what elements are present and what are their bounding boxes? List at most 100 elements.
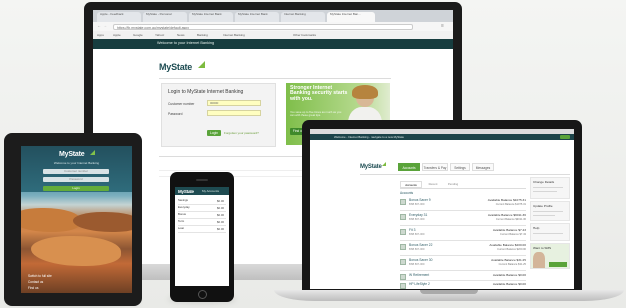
ipad-tagline: Welcome to your Internet Banking — [53, 161, 100, 165]
account-row[interactable]: Bonus Saver 22 BSB 807-009 Available Balan… — [400, 241, 526, 256]
side-card-update-profile[interactable]: Update Profile — [530, 201, 570, 221]
customer-number-label: Customer number — [168, 102, 195, 106]
customer-number-input[interactable]: 00000 — [207, 100, 261, 106]
side-card-title: Update Profile — [533, 204, 553, 208]
ipad-footer-link[interactable]: Switch to full site — [28, 274, 52, 278]
divider — [360, 174, 570, 175]
bookmark-item[interactable]: Apple — [113, 33, 121, 37]
account-value: $0.00 — [217, 199, 224, 203]
account-row[interactable]: Bonus Saver 9 BSB 807-009 Available Balanc… — [400, 196, 526, 211]
account-name: Savings — [178, 198, 188, 202]
bookmark-item[interactable]: Banking — [197, 33, 208, 37]
subtab-accounts[interactable]: Accounts — [400, 181, 422, 188]
side-card-change-details[interactable]: Change Details — [530, 177, 570, 199]
nav-tab-messages[interactable]: Messages — [472, 163, 494, 171]
forward-icon[interactable]: → — [103, 23, 107, 28]
macbook-device: Welcome - Internet Banking - navigate to… — [274, 120, 624, 306]
side-card-sms-promo[interactable]: Want to SMS — [530, 243, 570, 269]
macbook-mystate-logo[interactable]: MyState — [360, 164, 382, 170]
account-row[interactable]: Everyday 31 BSB 807-009 Available Balance … — [400, 211, 526, 226]
iphone-mystate-logo: MyState — [178, 188, 194, 194]
iphone-header-title: My Accounts — [202, 189, 220, 193]
promo-headline: Stronger Internet Banking security start… — [290, 85, 348, 102]
mystate-logo[interactable]: MyState — [159, 62, 192, 72]
subtab-recent[interactable]: Recent — [424, 181, 442, 188]
iphone-account-row[interactable]: Term $0.00 — [178, 219, 226, 226]
subtab-pending[interactable]: Pending — [444, 181, 462, 188]
bookmark-item[interactable]: Google — [133, 33, 143, 37]
account-icon — [400, 199, 406, 205]
account-bsb: BSB 807-009 — [409, 233, 425, 236]
bookmark-item[interactable]: Other bookmarks — [293, 33, 316, 37]
nav-tab-settings[interactable]: Settings — [450, 163, 470, 171]
ipad-login-button[interactable]: Login — [43, 186, 109, 191]
available-balance: Available Balance $31.25 — [491, 258, 526, 262]
iphone-account-row[interactable]: Bonus $0.00 — [178, 212, 226, 219]
account-icon — [400, 283, 406, 289]
login-title: Login to MyState Internet Banking — [168, 89, 244, 95]
menu-icon[interactable]: ≡ — [441, 23, 444, 29]
card-text-line — [533, 187, 563, 188]
account-row[interactable]: HP LifeStyle 2 Available Balance $0.00 — [400, 280, 526, 289]
bookmark-item[interactable]: Internet Banking — [223, 33, 245, 37]
account-value: $0.00 — [217, 220, 224, 224]
account-name: Bonus Saver 30 — [409, 258, 433, 262]
ipad-footer-link[interactable]: Find us — [28, 286, 38, 290]
url-input[interactable]: https://ib.mystate.com.au/mystate/defaul… — [113, 23, 413, 30]
ipad-device: MyState Welcome to your Internet Banking… — [4, 133, 142, 306]
iphone-home-button[interactable] — [198, 290, 207, 299]
account-value: $0.00 — [217, 213, 224, 217]
bookmark-item[interactable]: Apps — [97, 33, 104, 37]
ipad-password-input[interactable]: Password — [43, 177, 109, 182]
available-balance: Available Balance $0.00 — [492, 282, 526, 286]
browser-tab[interactable]: MyState - Personal — [143, 12, 187, 22]
forgot-password-link[interactable]: Forgotten your password? — [224, 131, 259, 135]
browser-tab[interactable]: MyState Internet Bank — [189, 12, 233, 22]
browser-tab[interactable]: Internet Banking — [281, 12, 325, 22]
account-name: Bonus Saver 9 — [409, 198, 431, 202]
password-input[interactable] — [207, 110, 261, 116]
account-name: Term — [178, 219, 185, 223]
account-value: $0.00 — [217, 227, 224, 231]
card-text-line — [533, 211, 563, 212]
account-row[interactable]: Fit 3 BSB 807-009 Available Balance $7.43 C… — [400, 226, 526, 241]
browser-tab[interactable]: MyState Internet Bank — [235, 12, 279, 22]
notice-text: Welcome - Internet Banking - navigate to… — [334, 135, 404, 139]
ipad-footer-link[interactable]: Contact us — [28, 280, 43, 284]
bookmark-item[interactable]: Yahoo! — [155, 33, 164, 37]
back-icon[interactable]: ← — [97, 23, 101, 28]
account-name: Bonus — [178, 212, 186, 216]
login-button[interactable]: Login — [207, 130, 221, 136]
nav-tab-accounts[interactable]: Accounts — [398, 163, 420, 171]
account-name: Bonus Saver 22 — [409, 243, 433, 247]
browser-tab-active[interactable]: MyState Internet Ban... — [327, 12, 375, 22]
account-bsb: BSB 807-009 — [409, 218, 425, 221]
macbook-notch — [420, 290, 478, 294]
current-balance: Current Balance $7.43 — [500, 233, 526, 236]
account-icon — [400, 259, 406, 265]
card-text-line — [533, 233, 563, 234]
iphone-account-row[interactable]: Everyday $0.00 — [178, 205, 226, 212]
logout-button[interactable] — [560, 134, 570, 139]
password-label: Password — [168, 112, 183, 116]
iphone-speaker — [196, 179, 208, 181]
iphone-account-row[interactable]: Loan $0.00 — [178, 226, 226, 233]
macbook-screen: Welcome - Internet Banking - navigate to… — [310, 129, 574, 289]
subtab-bar: Accounts Recent Pending — [400, 181, 526, 189]
browser-tab[interactable]: Apple - Feedback — [97, 12, 141, 22]
account-row[interactable]: Bonus Saver 30 BSB 807-009 Available Balan… — [400, 256, 526, 271]
promo-button[interactable] — [549, 262, 567, 267]
ipad-customer-number-input[interactable]: Customer number — [43, 169, 109, 174]
promo-subtext: You save up to five times as much as you… — [290, 110, 342, 118]
side-card-help[interactable]: Help — [530, 223, 570, 241]
iphone-device: MyState My Accounts Savings $0.00 Everyda… — [170, 172, 234, 302]
accounts-section-title: Accounts — [400, 191, 414, 195]
current-balance: Current Balance $31.25 — [498, 263, 526, 266]
iphone-account-row[interactable]: Savings $0.00 — [178, 198, 226, 205]
bookmark-item[interactable]: News — [177, 33, 185, 37]
nav-tab-transfers[interactable]: Transfers & Pay — [422, 163, 448, 171]
current-balance: Current Balance $9011.36 — [495, 218, 526, 221]
person-hair-image — [352, 85, 378, 99]
available-balance: Available Balance $7.43 — [492, 228, 526, 232]
side-card-title: Change Details — [533, 180, 555, 184]
